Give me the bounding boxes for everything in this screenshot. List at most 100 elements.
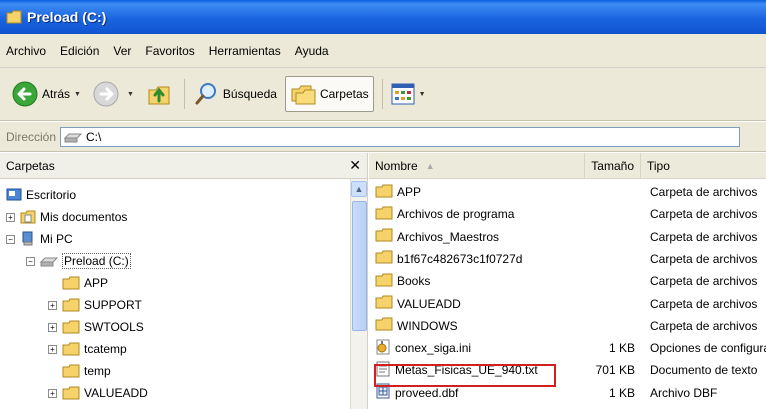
file-size: 1 KB — [608, 385, 635, 400]
file-row[interactable]: b1f67c482673c1f0727d Carpeta de archivos — [369, 248, 766, 270]
file-name-cell[interactable]: b1f67c482673c1f0727d — [369, 250, 585, 267]
file-size: 1 KB — [608, 341, 635, 356]
expand-icon[interactable]: + — [48, 322, 57, 332]
folder-tree-scrollbar[interactable]: ▲ — [350, 179, 367, 409]
computer-icon — [22, 231, 33, 246]
column-header-size[interactable]: Tamaño — [585, 152, 641, 179]
menu-archivo[interactable]: Archivo — [6, 44, 46, 58]
folders-icon — [291, 85, 316, 105]
address-value: C:\ — [86, 129, 102, 144]
file-name-cell[interactable]: Archivos de programa — [369, 206, 585, 223]
drive-icon — [40, 257, 58, 267]
file-name-cell[interactable]: conex_siga.ini — [369, 339, 585, 358]
documents-folder-icon — [20, 210, 36, 224]
back-label: Atrás — [42, 87, 71, 101]
file-name: VALUEADD — [397, 296, 461, 311]
menu-ver[interactable]: Ver — [113, 44, 131, 58]
file-name-cell[interactable]: APP — [369, 184, 585, 201]
expand-icon[interactable]: + — [6, 212, 15, 222]
folder-icon — [62, 320, 80, 334]
menu-favoritos[interactable]: Favoritos — [145, 44, 194, 58]
file-name-cell[interactable]: WINDOWS — [369, 317, 585, 334]
folders-pane-title: Carpetas — [6, 158, 55, 173]
tree-item-mis-documentos[interactable]: + Mis documentos — [6, 207, 127, 227]
views-button[interactable]: ▼ — [387, 76, 430, 112]
sort-ascending-icon: ▲ — [425, 160, 435, 171]
folder-icon — [6, 10, 22, 24]
column-header-type[interactable]: Tipo — [641, 153, 766, 179]
file-size: 701 KB — [595, 363, 635, 378]
expand-icon[interactable]: + — [48, 344, 57, 354]
back-dropdown-icon[interactable]: ▼ — [74, 91, 81, 98]
search-label: Búsqueda — [222, 87, 277, 101]
scroll-up-icon[interactable]: ▲ — [351, 181, 367, 197]
menu-ayuda[interactable]: Ayuda — [295, 44, 329, 58]
tree-item-support[interactable]: + SUPPORT — [48, 295, 142, 315]
collapse-icon[interactable]: − — [26, 256, 35, 266]
file-type: Archivo DBF — [650, 385, 718, 400]
window-titlebar[interactable]: Preload (C:) — [0, 0, 766, 34]
file-row[interactable]: WINDOWS Carpeta de archivos — [369, 315, 766, 337]
tree-item-app[interactable]: APP — [62, 273, 108, 293]
tree-item-mi-pc[interactable]: − Mi PC — [6, 229, 73, 249]
tree-item-label: Escritorio — [26, 188, 77, 202]
tree-item-preload-drive[interactable]: − Preload (C:) — [26, 251, 131, 271]
file-row[interactable]: VALUEADD Carpeta de archivos — [369, 293, 766, 315]
expand-icon[interactable]: + — [48, 388, 57, 398]
file-name: APP — [397, 185, 422, 199]
column-header-name[interactable]: Nombre ▲ — [369, 152, 585, 179]
tree-item-tcatemp[interactable]: + tcatemp — [48, 339, 127, 359]
back-button[interactable]: Atrás ▼ — [8, 76, 85, 112]
scrollbar-thumb[interactable] — [352, 201, 367, 331]
toolbar-separator — [183, 79, 185, 109]
file-name-cell[interactable]: VALUEADD — [369, 295, 585, 312]
tree-item-label: Mi PC — [40, 232, 73, 246]
folders-pane: Carpetas ✕ Escritorio + Mis documentos − — [0, 153, 368, 409]
tree-item-valueadd[interactable]: + VALUEADD — [48, 383, 148, 403]
views-dropdown-icon[interactable]: ▼ — [419, 91, 426, 98]
menu-edicion[interactable]: Edición — [60, 44, 99, 58]
views-icon — [391, 83, 415, 105]
file-row[interactable]: Archivos_Maestros Carpeta de archivos — [369, 226, 766, 248]
expand-icon[interactable]: + — [48, 300, 57, 310]
highlight-box — [374, 364, 556, 387]
tree-item-label: VALUEADD — [84, 386, 148, 400]
file-type: Carpeta de archivos — [650, 251, 758, 266]
folder-icon — [62, 276, 80, 290]
file-type: Documento de texto — [650, 363, 758, 378]
folder-icon — [375, 273, 393, 290]
file-type: Carpeta de archivos — [650, 318, 758, 333]
file-list-pane: Nombre ▲ Tamaño Tipo APP Carpeta de archi… — [369, 152, 766, 409]
column-header-label: Tipo — [647, 158, 670, 173]
drive-icon — [64, 133, 83, 142]
file-name: Books — [397, 274, 431, 289]
address-label: Dirección — [6, 129, 57, 144]
menu-herramientas[interactable]: Herramientas — [209, 44, 281, 58]
up-folder-button[interactable] — [142, 76, 176, 112]
forward-button[interactable]: ▼ — [89, 76, 138, 112]
folder-icon — [375, 317, 393, 334]
close-icon[interactable]: ✕ — [349, 157, 361, 174]
file-row[interactable]: APP Carpeta de archivos — [369, 181, 766, 203]
file-row[interactable]: Books Carpeta de archivos — [369, 270, 766, 292]
file-name-cell[interactable]: Archivos_Maestros — [369, 228, 585, 245]
tree-item-swtools[interactable]: + SWTOOLS — [48, 317, 144, 337]
folders-button[interactable]: Carpetas — [284, 76, 374, 112]
search-button[interactable]: Búsqueda — [189, 76, 281, 112]
tree-item-escritorio[interactable]: Escritorio — [6, 185, 76, 205]
forward-dropdown-icon[interactable]: ▼ — [127, 91, 134, 98]
file-type: Carpeta de archivos — [650, 296, 758, 311]
file-row[interactable]: conex_siga.ini 1 KB Opciones de configurac… — [369, 337, 766, 359]
address-field[interactable]: C:\ — [60, 126, 741, 147]
tree-item-temp[interactable]: temp — [62, 361, 111, 381]
column-headers: Nombre ▲ Tamaño Tipo — [369, 152, 766, 179]
file-type: Opciones de configuración — [650, 341, 766, 356]
tree-item-label: temp — [84, 364, 111, 378]
window-title: Preload (C:) — [27, 9, 107, 25]
desktop-icon — [6, 188, 22, 201]
file-row[interactable]: Archivos de programa Carpeta de archivos — [369, 203, 766, 225]
file-name-cell[interactable]: Books — [369, 273, 585, 290]
collapse-icon[interactable]: − — [6, 234, 15, 244]
file-type: Carpeta de archivos — [650, 207, 758, 222]
folder-tree: Escritorio + Mis documentos − Mi PC − Pr… — [0, 179, 367, 409]
